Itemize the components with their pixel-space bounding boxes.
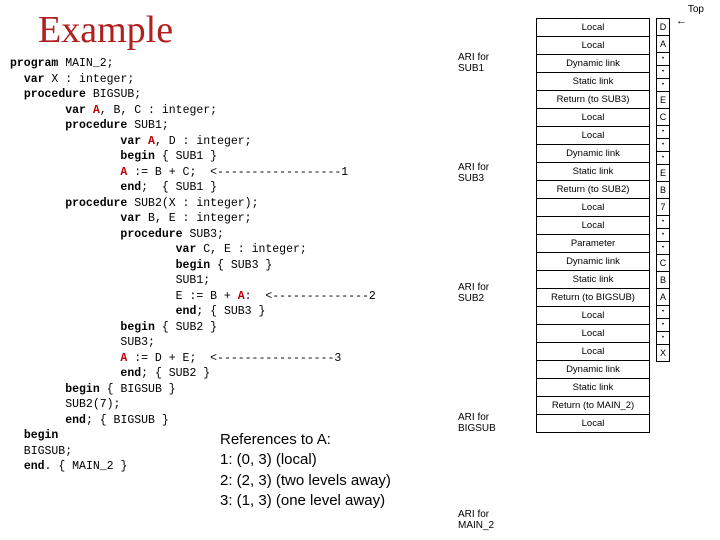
right-cell: • [656,126,670,139]
stack-cell: Dynamic link [536,145,650,163]
right-cell: • [656,319,670,332]
right-cell: E [656,92,670,109]
right-cell: • [656,53,670,66]
right-cell: • [656,229,670,242]
right-cell: • [656,216,670,229]
arrow-top-icon: ← [676,15,687,27]
references-line-1: 1: (0, 3) (local) [220,450,391,470]
right-cell: • [656,139,670,152]
stack-cell: Local [536,325,650,343]
stack-cell: Return (to BIGSUB) [536,289,650,307]
stack-cell: Local [536,19,650,37]
right-cell: C [656,255,670,272]
stack-cell: Dynamic link [536,55,650,73]
stack-cell: Parameter [536,235,650,253]
right-cell: E [656,165,670,182]
references-line-3: 3: (1, 3) (one level away) [220,491,391,511]
stack-cell: Local [536,217,650,235]
right-cell: X [656,345,670,362]
stack-cell: Static link [536,379,650,397]
stack-frames: Local Local Dynamic link Static link Ret… [536,18,650,433]
top-label: Top [688,4,704,15]
right-cell: • [656,242,670,255]
right-cell: B [656,272,670,289]
references-heading: References to A: [220,430,391,450]
right-cell: • [656,332,670,345]
right-cell: • [656,152,670,165]
stack-cell: Static link [536,271,650,289]
ari-label-main2: ARI forMAIN_2 [458,509,532,531]
ari-label-sub1: ARI forSUB1 [458,52,532,74]
stack-cell: Dynamic link [536,253,650,271]
right-cell: • [656,66,670,79]
right-cell: A [656,289,670,306]
stack-cell: Local [536,343,650,361]
stack-diagram: Top ← ARI forSUB1 ARI forSUB3 ARI forSUB… [458,4,716,536]
right-cell: D [656,18,670,36]
references-block: References to A: 1: (0, 3) (local) 2: (2… [220,430,391,511]
stack-cell: Dynamic link [536,361,650,379]
stack-cell: Local [536,109,650,127]
right-cell: • [656,79,670,92]
ari-label-bigsub: ARI forBIGSUB [458,412,532,434]
ari-label-sub3: ARI forSUB3 [458,162,532,184]
right-cell: 7 [656,199,670,216]
references-line-2: 2: (2, 3) (two levels away) [220,471,391,491]
stack-cell: Static link [536,163,650,181]
right-value-column: D A • • • E C • • • E B 7 • • • C B A • … [656,18,670,362]
right-cell: B [656,182,670,199]
stack-cell: Return (to SUB3) [536,91,650,109]
stack-cell: Local [536,37,650,55]
stack-cell: Local [536,307,650,325]
ari-label-sub2: ARI forSUB2 [458,282,532,304]
stack-cell: Local [536,415,650,433]
stack-cell: Local [536,127,650,145]
stack-cell: Static link [536,73,650,91]
stack-cell: Local [536,199,650,217]
right-cell: A [656,36,670,53]
stack-cell: Return (to SUB2) [536,181,650,199]
right-cell: • [656,306,670,319]
right-cell: C [656,109,670,126]
stack-cell: Return (to MAIN_2) [536,397,650,415]
